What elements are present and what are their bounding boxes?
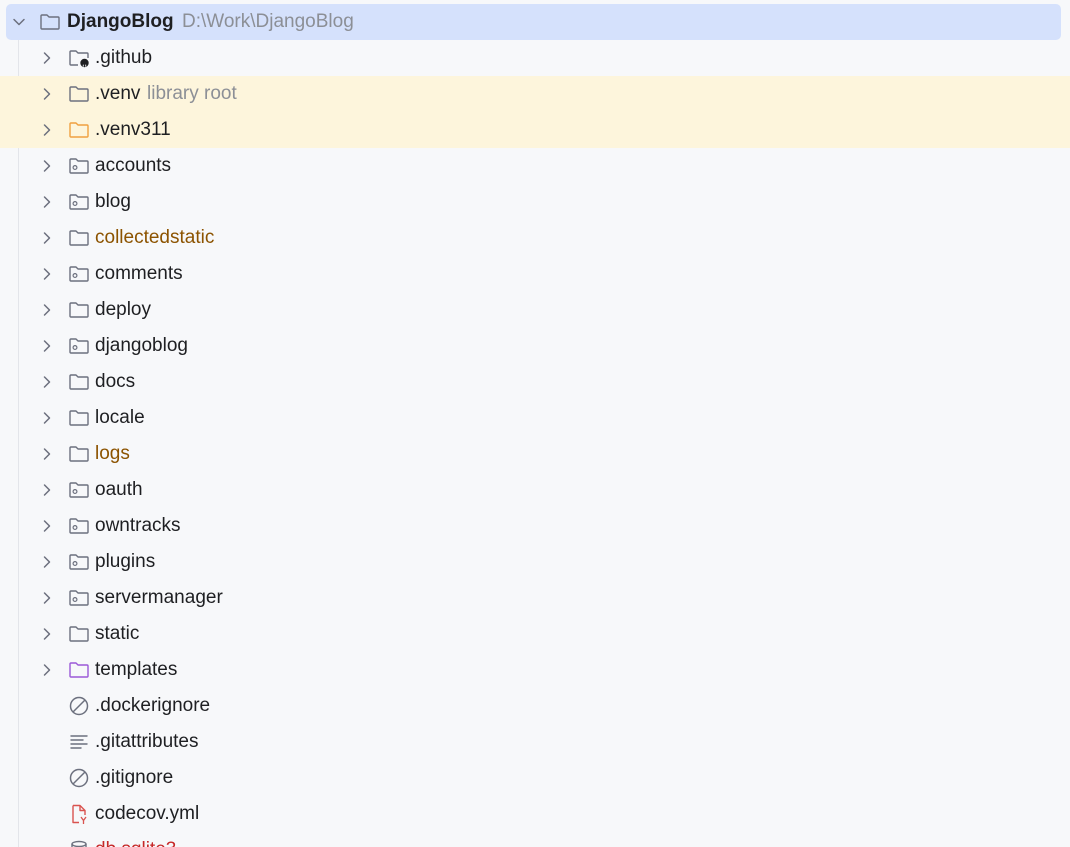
- tree-item-label: djangoblog: [95, 335, 188, 356]
- project-tree: DjangoBlog D:\Work\DjangoBlog .github .ve…: [0, 0, 1070, 847]
- chevron-right-icon[interactable]: [39, 266, 55, 282]
- folder-excluded-icon: [67, 118, 91, 142]
- tree-item-label: .gitignore: [95, 767, 174, 788]
- tree-item-label: db.sqlite3: [95, 839, 176, 847]
- tree-file-row[interactable]: .dockerignore: [0, 688, 1070, 724]
- tree-folder-row[interactable]: .venv library root: [0, 76, 1070, 112]
- chevron-right-icon[interactable]: [39, 590, 55, 606]
- tree-folder-row[interactable]: .github: [0, 40, 1070, 76]
- yaml-file-icon: [67, 802, 91, 826]
- tree-folder-row[interactable]: servermanager: [0, 580, 1070, 616]
- chevron-right-icon[interactable]: [39, 122, 55, 138]
- tree-item-label: accounts: [95, 155, 172, 176]
- tree-item-label: .venv: [95, 83, 141, 104]
- tree-item-label: blog: [95, 191, 131, 212]
- tree-folder-row[interactable]: static: [0, 616, 1070, 652]
- tree-item-label: docs: [95, 371, 136, 392]
- chevron-down-icon[interactable]: [11, 14, 27, 30]
- tree-item-label: servermanager: [95, 587, 223, 608]
- module-folder-icon: [67, 550, 91, 574]
- tree-folder-row[interactable]: owntracks: [0, 508, 1070, 544]
- module-folder-icon: [67, 154, 91, 178]
- folder-icon: [67, 442, 91, 466]
- chevron-right-icon[interactable]: [39, 302, 55, 318]
- tree-item-label: .venv311: [95, 119, 171, 140]
- tree-folder-row[interactable]: locale: [0, 400, 1070, 436]
- tree-item-label: .github: [95, 47, 153, 68]
- chevron-right-icon[interactable]: [39, 158, 55, 174]
- tree-folder-row[interactable]: collectedstatic: [0, 220, 1070, 256]
- tree-file-row[interactable]: db.sqlite3: [0, 832, 1070, 847]
- root-project-name: DjangoBlog: [67, 11, 174, 32]
- folder-icon: [67, 82, 91, 106]
- tree-folder-row[interactable]: docs: [0, 364, 1070, 400]
- tree-file-row[interactable]: codecov.yml: [0, 796, 1070, 832]
- module-folder-icon: [67, 334, 91, 358]
- folder-icon: [67, 370, 91, 394]
- tree-item-hint: library root: [147, 83, 237, 104]
- folder-icon: [38, 10, 62, 34]
- chevron-right-icon[interactable]: [39, 50, 55, 66]
- tree-item-label: plugins: [95, 551, 156, 572]
- tree-root-row[interactable]: DjangoBlog D:\Work\DjangoBlog: [6, 4, 1061, 40]
- database-file-icon: [67, 838, 91, 847]
- chevron-right-icon[interactable]: [39, 86, 55, 102]
- chevron-right-icon[interactable]: [39, 554, 55, 570]
- text-file-icon: [67, 730, 91, 754]
- ignore-file-icon: [67, 694, 91, 718]
- chevron-right-icon[interactable]: [39, 518, 55, 534]
- chevron-right-icon[interactable]: [39, 410, 55, 426]
- chevron-right-icon[interactable]: [39, 338, 55, 354]
- chevron-right-icon[interactable]: [39, 446, 55, 462]
- tree-folder-row[interactable]: plugins: [0, 544, 1070, 580]
- folder-icon: [67, 406, 91, 430]
- root-project-path: D:\Work\DjangoBlog: [182, 11, 354, 32]
- module-folder-icon: [67, 190, 91, 214]
- chevron-right-icon[interactable]: [39, 230, 55, 246]
- tree-folder-row[interactable]: comments: [0, 256, 1070, 292]
- chevron-right-icon[interactable]: [39, 662, 55, 678]
- folder-github-icon: [67, 46, 91, 70]
- tree-folder-row[interactable]: djangoblog: [0, 328, 1070, 364]
- tree-item-label: owntracks: [95, 515, 181, 536]
- tree-item-label: .dockerignore: [95, 695, 211, 716]
- tree-folder-row[interactable]: deploy: [0, 292, 1070, 328]
- tree-item-label: codecov.yml: [95, 803, 200, 824]
- tree-folder-row[interactable]: accounts: [0, 148, 1070, 184]
- chevron-right-icon[interactable]: [39, 482, 55, 498]
- tree-file-row[interactable]: .gitignore: [0, 760, 1070, 796]
- tree-item-label: logs: [95, 443, 130, 464]
- chevron-right-icon[interactable]: [39, 374, 55, 390]
- tree-folder-row[interactable]: logs: [0, 436, 1070, 472]
- tree-item-label: comments: [95, 263, 183, 284]
- chevron-right-icon[interactable]: [39, 626, 55, 642]
- module-folder-icon: [67, 586, 91, 610]
- module-folder-icon: [67, 262, 91, 286]
- module-folder-icon: [67, 514, 91, 538]
- tree-item-label: collectedstatic: [95, 227, 215, 248]
- tree-item-label: locale: [95, 407, 145, 428]
- tree-item-label: templates: [95, 659, 178, 680]
- folder-icon: [67, 226, 91, 250]
- tree-folder-row[interactable]: .venv311: [0, 112, 1070, 148]
- ignore-file-icon: [67, 766, 91, 790]
- tree-item-label: .gitattributes: [95, 731, 199, 752]
- folder-icon: [67, 298, 91, 322]
- tree-folder-row[interactable]: oauth: [0, 472, 1070, 508]
- chevron-right-icon[interactable]: [39, 194, 55, 210]
- module-folder-icon: [67, 478, 91, 502]
- tree-item-label: deploy: [95, 299, 151, 320]
- tree-file-row[interactable]: .gitattributes: [0, 724, 1070, 760]
- tree-folder-row[interactable]: templates: [0, 652, 1070, 688]
- tree-folder-row[interactable]: blog: [0, 184, 1070, 220]
- folder-icon: [67, 622, 91, 646]
- folder-templates-icon: [67, 658, 91, 682]
- tree-item-label: static: [95, 623, 140, 644]
- tree-item-label: oauth: [95, 479, 143, 500]
